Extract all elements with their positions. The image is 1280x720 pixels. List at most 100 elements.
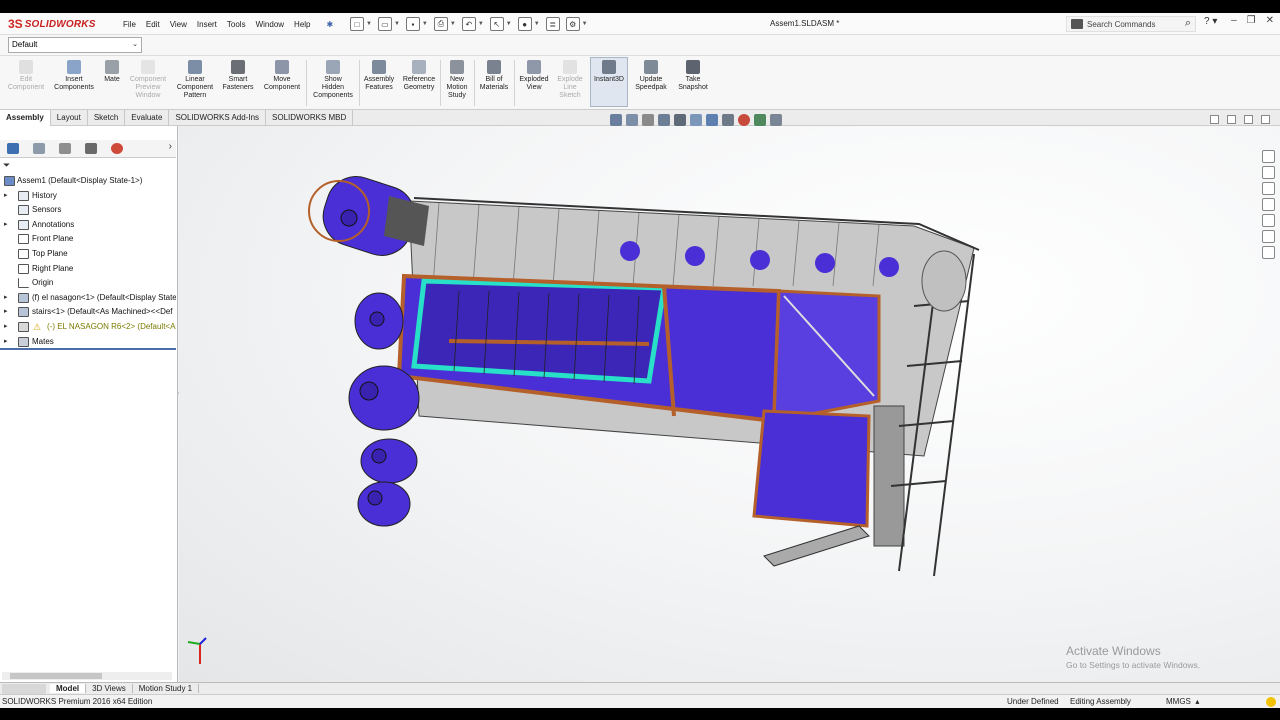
property-manager-tab[interactable]	[26, 140, 52, 158]
tree-node-history[interactable]: ▸ History	[0, 189, 176, 204]
close-icon[interactable]: ✕	[1266, 15, 1274, 26]
edit-appearance-icon[interactable]	[738, 114, 750, 126]
assembly-features-button[interactable]: Assembly Features	[361, 60, 397, 92]
exploded-view-button[interactable]: Exploded View	[516, 60, 552, 92]
tree-node-assembly[interactable]: Assem1 (Default<Display State-1>)	[0, 174, 176, 189]
zoom-to-area-icon[interactable]	[626, 114, 638, 126]
tab-sketch[interactable]: Sketch	[88, 110, 126, 126]
options-gear-icon[interactable]: ⚙	[565, 17, 580, 31]
graphics-area[interactable]	[179, 126, 1280, 682]
search-icon[interactable]: ⌕	[1185, 17, 1191, 30]
section-view-icon[interactable]	[658, 114, 670, 126]
traffic-light-icon[interactable]: ●	[517, 17, 532, 31]
dynamic-annotation-icon[interactable]	[674, 114, 686, 126]
select-cursor-icon[interactable]: ↖	[489, 17, 504, 31]
tab-addins[interactable]: SOLIDWORKS Add-Ins	[169, 110, 267, 126]
pin-icon[interactable]: ✱	[322, 20, 339, 29]
instant3d-button[interactable]: Instant3D	[590, 57, 628, 107]
chevron-down-icon[interactable]: ▼	[394, 21, 400, 27]
chevron-down-icon[interactable]: ▼	[422, 21, 428, 27]
dimxpert-tab[interactable]	[78, 140, 104, 158]
chevron-down-icon[interactable]: ▼	[534, 21, 540, 27]
previous-view-icon[interactable]	[642, 114, 654, 126]
chevron-down-icon[interactable]: ▼	[582, 21, 588, 27]
design-library-icon[interactable]	[1262, 166, 1275, 179]
reference-geometry-button[interactable]: Reference Geometry	[400, 60, 438, 92]
file-properties-icon[interactable]: ≣	[545, 17, 560, 31]
tab-mbd[interactable]: SOLIDWORKS MBD	[266, 110, 354, 126]
menu-view[interactable]: View	[165, 20, 192, 29]
tree-node-stairs[interactable]: ▸ stairs<1> (Default<As Machined><<Def	[0, 305, 176, 320]
minimize-icon[interactable]: –	[1231, 15, 1237, 26]
menu-window[interactable]: Window	[251, 20, 289, 29]
expand-icon[interactable]: ▸	[4, 189, 8, 204]
linear-pattern-button[interactable]: Linear Component Pattern	[174, 60, 216, 100]
chevron-down-icon[interactable]: ▼	[478, 21, 484, 27]
search-commands-input[interactable]: Search Commands ⌕	[1066, 16, 1196, 32]
expand-icon[interactable]: ▸	[4, 320, 8, 335]
expand-icon[interactable]: ▸	[4, 335, 8, 350]
configuration-manager-tab[interactable]	[52, 140, 78, 158]
horizontal-scrollbar[interactable]	[2, 672, 172, 680]
restore-icon[interactable]: ❐	[1247, 15, 1256, 26]
notification-icon[interactable]	[1266, 697, 1276, 707]
chevron-right-icon[interactable]: ›	[169, 141, 172, 152]
chevron-down-icon[interactable]: ▼	[450, 21, 456, 27]
expand-icon[interactable]: ▸	[4, 291, 8, 306]
tree-node-el-nasagon-r6[interactable]: ▸ ⚠ (-) EL NASAGON R6<2> (Default<As	[0, 320, 176, 335]
menu-edit[interactable]: Edit	[141, 20, 165, 29]
expand-icon[interactable]: ▸	[4, 218, 8, 233]
tree-node-origin[interactable]: Origin	[0, 276, 176, 291]
display-style-icon[interactable]	[706, 114, 718, 126]
tree-node-top-plane[interactable]: Top Plane	[0, 247, 176, 262]
view-settings-icon[interactable]	[770, 114, 782, 126]
configuration-select[interactable]: Default ⌄	[8, 37, 142, 53]
viewport-restore-icon[interactable]	[1227, 115, 1236, 124]
viewport-minimize-icon[interactable]	[1210, 115, 1219, 124]
mate-button[interactable]: Mate	[100, 60, 124, 84]
bill-of-materials-button[interactable]: Bill of Materials	[476, 60, 512, 92]
expand-icon[interactable]: ▸	[4, 305, 8, 320]
rollback-bar[interactable]	[0, 348, 176, 350]
edit-component-button[interactable]: Edit Component	[8, 60, 44, 92]
home-icon[interactable]	[1262, 150, 1275, 163]
chevron-down-icon[interactable]: ▼	[366, 21, 372, 27]
tab-3d-views[interactable]: 3D Views	[86, 684, 133, 693]
tab-motion-study[interactable]: Motion Study 1	[133, 684, 200, 693]
explode-line-sketch-button[interactable]: Explode Line Sketch	[554, 60, 586, 100]
display-manager-tab[interactable]	[104, 140, 130, 158]
appearances-icon[interactable]	[1262, 214, 1275, 227]
undo-icon[interactable]: ↶	[461, 17, 476, 31]
solidworks-logo[interactable]: 3S SOLIDWORKS	[8, 16, 108, 32]
menu-insert[interactable]: Insert	[192, 20, 222, 29]
tree-node-annotations[interactable]: ▸ Annotations	[0, 218, 176, 233]
view-orientation-icon[interactable]	[690, 114, 702, 126]
show-hidden-components-button[interactable]: Show Hidden Components	[310, 60, 356, 100]
file-explorer-icon[interactable]	[1262, 182, 1275, 195]
assembly-model[interactable]	[179, 126, 1280, 682]
apply-scene-icon[interactable]	[754, 114, 766, 126]
viewport-close-icon[interactable]	[1261, 115, 1270, 124]
units-selector[interactable]: MMGS ▴	[1166, 697, 1199, 706]
help-button[interactable]: ? ▾	[1204, 16, 1217, 27]
viewport-maximize-icon[interactable]	[1244, 115, 1253, 124]
insert-components-button[interactable]: Insert Components	[52, 60, 96, 92]
view-palette-icon[interactable]	[1262, 198, 1275, 211]
update-speedpak-button[interactable]: Update Speedpak	[632, 60, 670, 92]
chevron-down-icon[interactable]: ▼	[506, 21, 512, 27]
tab-scroll-arrows[interactable]	[2, 683, 46, 694]
new-document-icon[interactable]: □	[350, 17, 364, 31]
feature-manager-tab[interactable]	[0, 140, 26, 158]
open-folder-icon[interactable]: ▭	[377, 17, 392, 31]
custom-properties-icon[interactable]	[1262, 230, 1275, 243]
new-motion-study-button[interactable]: New Motion Study	[442, 60, 472, 100]
menu-help[interactable]: Help	[289, 20, 315, 29]
tab-evaluate[interactable]: Evaluate	[125, 110, 170, 126]
forum-icon[interactable]	[1262, 246, 1275, 259]
save-icon[interactable]: ▪	[405, 17, 420, 31]
component-preview-button[interactable]: Component Preview Window	[128, 60, 168, 100]
tab-model[interactable]: Model	[50, 684, 87, 693]
smart-fasteners-button[interactable]: Smart Fasteners	[220, 60, 256, 92]
take-snapshot-button[interactable]: Take Snapshot	[674, 60, 712, 92]
tree-node-right-plane[interactable]: Right Plane	[0, 262, 176, 277]
